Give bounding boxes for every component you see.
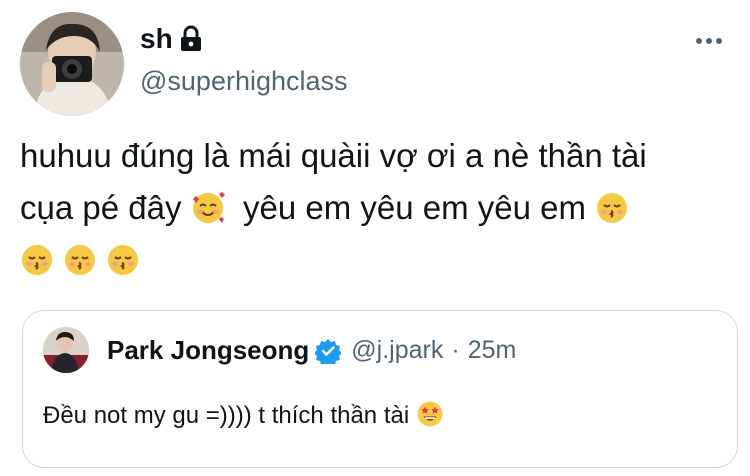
- tweet-text-line-2b: yêu em yêu em yêu em: [224, 189, 596, 226]
- star-struck-icon: [416, 400, 444, 428]
- lock-icon: [179, 25, 203, 53]
- author-handle[interactable]: @superhighclass: [140, 64, 348, 98]
- quoted-tweet-text: Đều not my gu =)))) t thích thần tài: [43, 399, 444, 433]
- kissing-face-closed-eyes-icon: [63, 240, 97, 275]
- author-name-row: sh: [140, 22, 203, 56]
- verified-badge-icon: [314, 338, 343, 367]
- kissing-face-closed-eyes-icon: [595, 188, 629, 223]
- author-display-name[interactable]: sh: [140, 22, 173, 56]
- author-avatar[interactable]: [20, 12, 124, 116]
- quoted-author-avatar[interactable]: [43, 327, 89, 373]
- quoted-timestamp[interactable]: 25m: [468, 336, 517, 365]
- tweet-text-line-1: huhuu đúng là mái quàii vợ ơi a nè thần …: [20, 137, 647, 174]
- tweet-text: huhuu đúng là mái quàii vợ ơi a nè thần …: [20, 130, 730, 286]
- kissing-face-closed-eyes-icon: [20, 240, 54, 275]
- more-options-icon[interactable]: [694, 26, 724, 56]
- quoted-author-handle[interactable]: @j.jpark: [351, 336, 443, 365]
- tweet-text-line-2a: cụa pé đây: [20, 189, 191, 226]
- smiling-face-with-hearts-icon: [191, 188, 225, 223]
- quoted-author-name[interactable]: Park Jongseong: [107, 335, 309, 366]
- quoted-header: Park Jongseong @j.jpark · 25m: [107, 335, 517, 367]
- quoted-tweet-card[interactable]: Park Jongseong @j.jpark · 25m Đều not my…: [22, 310, 738, 468]
- quoted-text: Đều not my gu =)))) t thích thần tài: [43, 402, 416, 429]
- quoted-separator: ·: [451, 336, 460, 364]
- kissing-face-closed-eyes-icon: [106, 240, 140, 275]
